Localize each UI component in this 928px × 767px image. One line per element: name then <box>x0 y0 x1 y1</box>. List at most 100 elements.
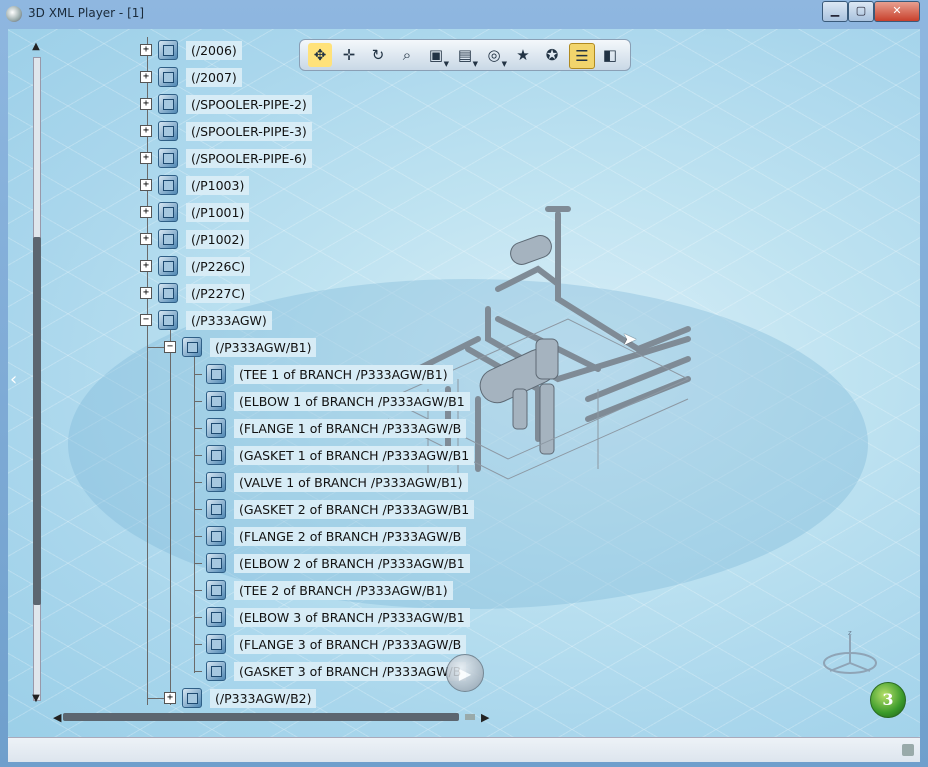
collapse-icon[interactable]: − <box>164 341 176 353</box>
tree-node-label[interactable]: (/SPOOLER-PIPE-3) <box>186 121 312 141</box>
minimize-button[interactable]: ▁ <box>822 1 848 22</box>
part-icon[interactable] <box>206 364 226 384</box>
toolbar-button-zoom[interactable]: ⌕ <box>395 43 419 67</box>
part-icon[interactable] <box>206 580 226 600</box>
tree-node[interactable]: + (/P226C) <box>140 255 251 277</box>
toolbar-button-pan[interactable]: ✛ <box>337 43 361 67</box>
tree-node-label[interactable]: (/P333AGW) <box>186 310 272 330</box>
tree-node-label[interactable]: (TEE 2 of BRANCH /P333AGW/B1) <box>234 580 453 600</box>
tree-node-label[interactable]: (GASKET 2 of BRANCH /P333AGW/B1 <box>234 499 475 519</box>
tree-node[interactable]: − (/P333AGW/B1) <box>164 336 317 358</box>
tree-node[interactable]: + (/SPOOLER-PIPE-6) <box>140 147 312 169</box>
expand-icon[interactable]: + <box>164 692 176 704</box>
piping-model[interactable] <box>358 189 718 519</box>
tree-node-label[interactable]: (/P1001) <box>186 202 250 222</box>
tree-node[interactable]: + (/P227C) <box>140 282 251 304</box>
tree-node-label[interactable]: (FLANGE 2 of BRANCH /P333AGW/B <box>234 526 467 546</box>
part-icon[interactable] <box>158 310 178 330</box>
tree-node-label[interactable]: (/SPOOLER-PIPE-6) <box>186 148 312 168</box>
part-icon[interactable] <box>206 607 226 627</box>
part-icon[interactable] <box>206 418 226 438</box>
scroll-right-icon[interactable]: ▶ <box>481 711 489 724</box>
tree-horizontal-scrollbar[interactable]: ◀ ▶ <box>53 709 493 725</box>
tree-node[interactable]: (FLANGE 1 of BRANCH /P333AGW/B <box>188 417 467 439</box>
tree-node[interactable]: (ELBOW 3 of BRANCH /P333AGW/B1 <box>188 606 470 628</box>
toolbar-button-rotate[interactable]: ↻ <box>366 43 390 67</box>
toolbar-button-tree[interactable]: ☰ <box>569 43 595 69</box>
part-icon[interactable] <box>158 229 178 249</box>
tree-node[interactable]: + (/SPOOLER-PIPE-2) <box>140 93 312 115</box>
part-icon[interactable] <box>158 40 178 60</box>
part-icon[interactable] <box>206 661 226 681</box>
tree-node-label[interactable]: (/SPOOLER-PIPE-2) <box>186 94 312 114</box>
play-button[interactable]: ▶ <box>446 654 484 692</box>
toolbar-button-fit[interactable]: ✥ <box>308 43 332 67</box>
tree-node-label[interactable]: (FLANGE 1 of BRANCH /P333AGW/B <box>234 418 467 438</box>
expand-icon[interactable]: + <box>140 152 152 164</box>
part-icon[interactable] <box>158 202 178 222</box>
tree-node-label[interactable]: (ELBOW 1 of BRANCH /P333AGW/B1 <box>234 391 470 411</box>
tree-node-label[interactable]: (TEE 1 of BRANCH /P333AGW/B1) <box>234 364 453 384</box>
tree-node-label[interactable]: (/2006) <box>186 40 242 60</box>
toolbar-button-render[interactable]: ▤ ▼ <box>453 43 478 68</box>
expand-icon[interactable]: + <box>140 98 152 110</box>
tree-node[interactable]: + (/P1001) <box>140 201 250 223</box>
part-icon[interactable] <box>158 94 178 114</box>
toolbar-button-view[interactable]: ▣ ▼ <box>424 43 449 68</box>
tree-node[interactable]: (TEE 2 of BRANCH /P333AGW/B1) <box>188 579 453 601</box>
tree-node[interactable]: (FLANGE 2 of BRANCH /P333AGW/B <box>188 525 467 547</box>
3d-viewport[interactable]: ✥ ✛ ↻ ⌕ ▣ ▼ ▤ ▼ ◎ ▼ ★ ✪ ☰ ◧ ‹ ▲ ▼ ◀ ▶ + … <box>8 29 920 737</box>
part-icon[interactable] <box>158 67 178 87</box>
tree-node-label[interactable]: (/P227C) <box>186 283 251 303</box>
tree-node-label[interactable]: (GASKET 1 of BRANCH /P333AGW/B1 <box>234 445 475 465</box>
tree-vertical-scrollbar[interactable]: ▲ ▼ <box>28 41 44 705</box>
part-icon[interactable] <box>158 148 178 168</box>
toolbar-button-section[interactable]: ◧ <box>598 43 622 67</box>
tree-node[interactable]: (GASKET 3 of BRANCH /P333AGW/B <box>188 660 467 682</box>
tree-node[interactable]: (ELBOW 2 of BRANCH /P333AGW/B1 <box>188 552 470 574</box>
tree-node[interactable]: + (/2006) <box>140 39 242 61</box>
collapse-icon[interactable]: − <box>140 314 152 326</box>
part-icon[interactable] <box>158 283 178 303</box>
tree-node[interactable]: + (/2007) <box>140 66 242 88</box>
tree-node-label[interactable]: (/P333AGW/B2) <box>210 688 317 708</box>
collapse-panel-arrow-icon[interactable]: ‹ <box>10 369 17 390</box>
tree-node[interactable]: (VALVE 1 of BRANCH /P333AGW/B1) <box>188 471 468 493</box>
part-icon[interactable] <box>206 526 226 546</box>
scroll-thumb-horizontal[interactable] <box>63 713 459 721</box>
compass-widget[interactable]: z <box>820 629 880 679</box>
tree-node[interactable]: + (/P1002) <box>140 228 250 250</box>
info-icon[interactable] <box>902 744 914 756</box>
toolbar-button-bookmark[interactable]: ✪ <box>540 43 564 67</box>
scroll-left-icon[interactable]: ◀ <box>53 711 61 724</box>
part-icon[interactable] <box>158 175 178 195</box>
tree-node-label[interactable]: (/P226C) <box>186 256 251 276</box>
3ds-logo-button[interactable]: 3 <box>870 682 906 718</box>
tree-node-label[interactable]: (/P333AGW/B1) <box>210 337 317 357</box>
tree-node-label[interactable]: (ELBOW 2 of BRANCH /P333AGW/B1 <box>234 553 470 573</box>
part-icon[interactable] <box>206 499 226 519</box>
tree-node[interactable]: + (/P333AGW/B2) <box>164 687 317 709</box>
tree-node-label[interactable]: (VALVE 1 of BRANCH /P333AGW/B1) <box>234 472 468 492</box>
title-bar[interactable]: 3D XML Player - [1] ▁ ▢ ✕ <box>0 0 928 28</box>
expand-icon[interactable]: + <box>140 287 152 299</box>
part-icon[interactable] <box>206 472 226 492</box>
tree-node-label[interactable]: (GASKET 3 of BRANCH /P333AGW/B <box>234 661 467 681</box>
part-icon[interactable] <box>182 337 202 357</box>
tree-node[interactable]: (FLANGE 3 of BRANCH /P333AGW/B <box>188 633 467 655</box>
toolbar-button-annotation[interactable]: ★ <box>511 43 535 67</box>
expand-icon[interactable]: + <box>140 71 152 83</box>
tree-node[interactable]: (GASKET 2 of BRANCH /P333AGW/B1 <box>188 498 475 520</box>
part-icon[interactable] <box>182 688 202 708</box>
part-icon[interactable] <box>158 256 178 276</box>
tree-node[interactable]: (TEE 1 of BRANCH /P333AGW/B1) <box>188 363 453 385</box>
tree-node[interactable]: (GASKET 1 of BRANCH /P333AGW/B1 <box>188 444 475 466</box>
tree-node-label[interactable]: (/P1002) <box>186 229 250 249</box>
tree-node[interactable]: − (/P333AGW) <box>140 309 272 331</box>
part-icon[interactable] <box>206 553 226 573</box>
tree-node[interactable]: (ELBOW 1 of BRANCH /P333AGW/B1 <box>188 390 470 412</box>
expand-icon[interactable]: + <box>140 233 152 245</box>
expand-icon[interactable]: + <box>140 260 152 272</box>
tree-node[interactable]: + (/P1003) <box>140 174 250 196</box>
expand-icon[interactable]: + <box>140 44 152 56</box>
